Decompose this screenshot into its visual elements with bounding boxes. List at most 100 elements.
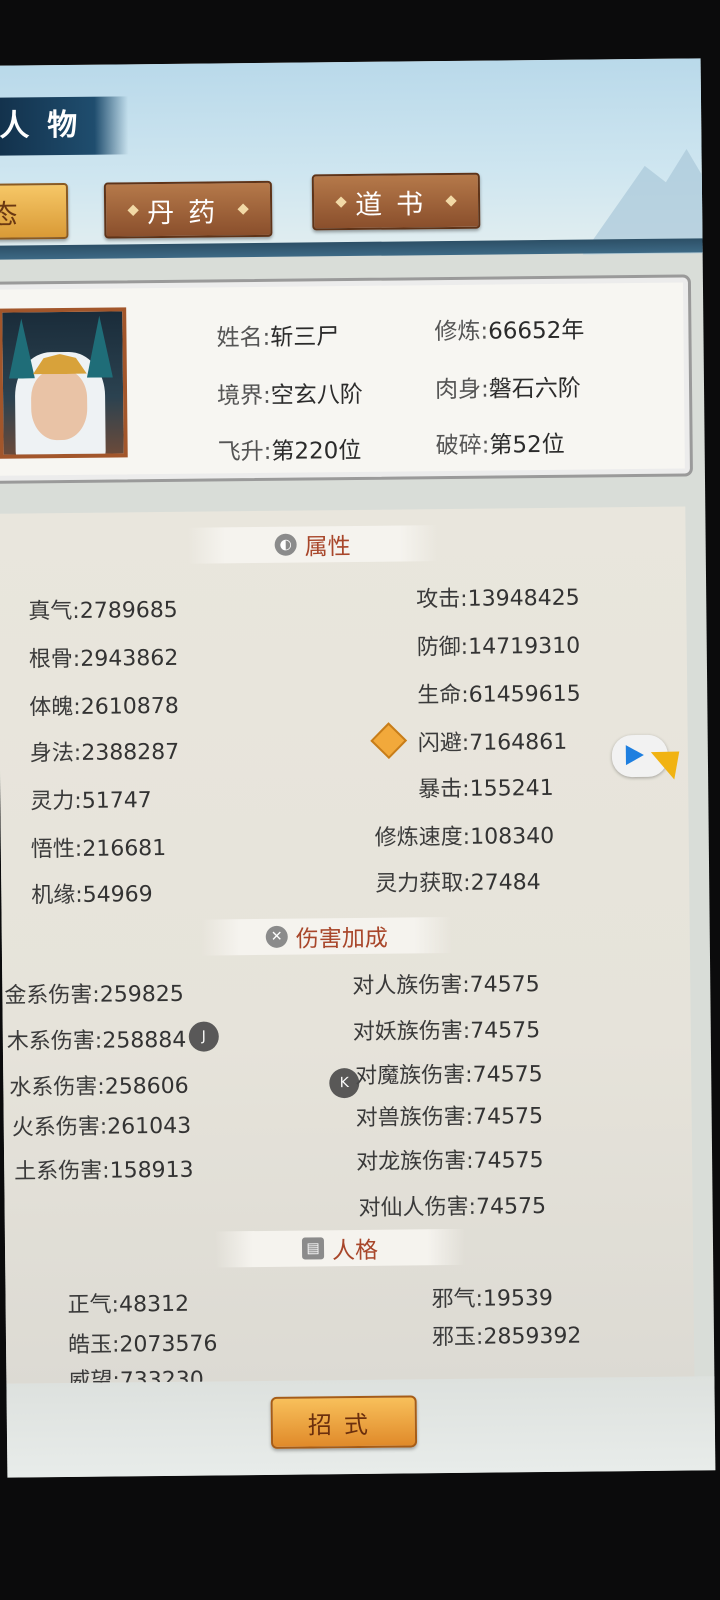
stat-value: 216681 xyxy=(82,835,167,862)
stat-key: 土系伤害: xyxy=(14,1158,110,1185)
stat-key: 正气: xyxy=(67,1292,120,1319)
stat-key: 皓玉: xyxy=(67,1332,120,1359)
stat-key: 水系伤害: xyxy=(9,1074,105,1101)
stat-right-2: 生命:61459615 xyxy=(417,676,581,710)
stat-value: 259825 xyxy=(99,981,184,1008)
stat-value: 27484 xyxy=(470,870,541,896)
k-key-overlay-button[interactable]: K xyxy=(329,1067,360,1099)
avatar-horn-right xyxy=(86,316,113,378)
stats-panel[interactable]: ◐ 属性 真气:2789685 根骨:2943862 体魄:2610878 身法… xyxy=(0,506,695,1394)
diamond-icon[interactable] xyxy=(370,722,408,760)
stat-key: 邪玉: xyxy=(431,1324,484,1351)
tab-elixir-label: 丹药 xyxy=(147,196,230,229)
stat-left-2: 体魄:2610878 xyxy=(29,688,179,722)
crossed-swords-icon: ✕ xyxy=(265,925,288,948)
damage-left-3: 火系伤害:261043 xyxy=(12,1108,192,1142)
profile-body-value: 磐石六阶 xyxy=(488,375,581,403)
stat-value: 155241 xyxy=(469,775,554,802)
stat-value: 2073576 xyxy=(119,1331,218,1358)
stat-key: 对兽族伤害: xyxy=(355,1104,474,1132)
stat-value: 261043 xyxy=(107,1113,192,1140)
damage-header-label: 伤害加成 xyxy=(295,925,388,953)
damage-right-4: 对龙族伤害:74575 xyxy=(356,1142,544,1176)
profile-shatter: 破碎:第52位 xyxy=(435,425,564,460)
page-title: 人物 xyxy=(0,96,129,156)
stat-value: 13948425 xyxy=(467,585,580,612)
header-area: 人物 态 丹药 道书 xyxy=(0,58,703,260)
stat-value: 19539 xyxy=(482,1285,554,1312)
stat-key: 对魔族伤害: xyxy=(355,1062,473,1090)
stat-key: 对仙人伤害: xyxy=(358,1194,477,1221)
stat-key: 暴击: xyxy=(418,776,470,803)
stat-value: 108340 xyxy=(470,823,555,850)
personality-header: ▤ 人格 xyxy=(214,1228,466,1268)
profile-ascend-value: 第220位 xyxy=(271,437,362,465)
profile-realm-value: 空玄八阶 xyxy=(270,381,363,409)
stat-value: 74575 xyxy=(472,1104,544,1130)
tab-taoist-book-label: 道书 xyxy=(354,188,438,221)
avatar-face xyxy=(30,369,88,441)
stat-left-0: 真气:2789685 xyxy=(28,592,178,626)
stat-value: 74575 xyxy=(469,972,540,998)
book-icon: ▤ xyxy=(301,1237,325,1260)
damage-left-0: 金系伤害:259825 xyxy=(4,976,184,1010)
play-icon xyxy=(625,744,644,766)
stat-key: 生命: xyxy=(417,682,469,709)
stat-key: 悟性: xyxy=(30,836,83,863)
stat-key: 对妖族伤害: xyxy=(352,1018,471,1046)
moves-button[interactable]: 招式 xyxy=(270,1395,418,1449)
profile-name-key: 姓名: xyxy=(216,324,271,352)
stat-value: 48312 xyxy=(118,1291,190,1318)
stat-value: 258884 xyxy=(102,1027,187,1054)
stat-value: 158913 xyxy=(109,1157,194,1184)
stat-key: 防御: xyxy=(416,634,469,661)
stat-right-1: 防御:14719310 xyxy=(417,628,581,662)
attributes-header-label: 属性 xyxy=(304,534,351,561)
stat-value: 7164861 xyxy=(469,729,568,756)
damage-left-2: 水系伤害:258606 xyxy=(9,1068,189,1102)
stat-key: 修炼速度: xyxy=(374,824,471,851)
j-key-overlay-button[interactable]: J xyxy=(188,1021,219,1052)
stat-value: 74575 xyxy=(470,1018,541,1044)
stat-key: 邪气: xyxy=(431,1286,484,1313)
stat-value: 258606 xyxy=(104,1073,189,1100)
character-avatar[interactable] xyxy=(0,307,128,459)
stat-key: 灵力: xyxy=(30,788,82,815)
stat-value: 2388287 xyxy=(81,739,180,766)
avatar-horn-left xyxy=(8,318,35,378)
damage-header: ✕ 伤害加成 xyxy=(201,916,452,956)
stat-key: 根骨: xyxy=(28,646,81,673)
tab-taoist-book[interactable]: 道书 xyxy=(311,172,481,231)
stat-value: 2943862 xyxy=(80,645,179,672)
stat-key: 灵力获取: xyxy=(375,870,471,897)
profile-shatter-key: 破碎: xyxy=(435,432,490,460)
yin-yang-icon: ◐ xyxy=(274,533,297,556)
profile-body: 肉身:磐石六阶 xyxy=(435,369,581,405)
tab-ornament-right xyxy=(237,203,249,215)
stat-key: 体魄: xyxy=(29,694,81,721)
damage-right-3: 对兽族伤害:74575 xyxy=(355,1098,544,1132)
attributes-header: ◐ 属性 xyxy=(187,525,438,564)
stat-left-6: 机缘:54969 xyxy=(31,876,153,909)
stat-value: 2610878 xyxy=(80,693,179,720)
personality-row-4: 邪玉:2859392 xyxy=(432,1318,582,1352)
stat-right-0: 攻击:13948425 xyxy=(416,580,580,614)
damage-right-1: 对妖族伤害:74575 xyxy=(353,1012,541,1046)
damage-right-5: 对仙人伤害:74575 xyxy=(358,1188,546,1222)
damage-left-1: 木系伤害:258884 xyxy=(7,1022,187,1056)
tab-status[interactable]: 态 xyxy=(0,182,69,241)
stat-key: 真气: xyxy=(28,598,80,625)
stat-key: 闪避: xyxy=(417,730,470,757)
personality-header-label: 人格 xyxy=(331,1237,379,1265)
profile-cultivation-value: 66652年 xyxy=(488,317,585,345)
profile-realm-key: 境界: xyxy=(216,382,271,410)
stat-value: 51747 xyxy=(81,788,152,814)
personality-row-1: 皓玉:2073576 xyxy=(68,1325,218,1359)
tab-ornament-left xyxy=(127,204,139,216)
profile-card: 姓名:斩三尸 修炼:66652年 境界:空玄八阶 肉身:磐石六阶 飞升:第220… xyxy=(0,274,693,484)
profile-name-value: 斩三尸 xyxy=(270,324,340,351)
stat-key: 机缘: xyxy=(31,882,83,909)
stat-value: 14719310 xyxy=(468,633,581,660)
tab-elixir[interactable]: 丹药 xyxy=(103,180,273,239)
stat-right-4: 暴击:155241 xyxy=(418,770,554,803)
